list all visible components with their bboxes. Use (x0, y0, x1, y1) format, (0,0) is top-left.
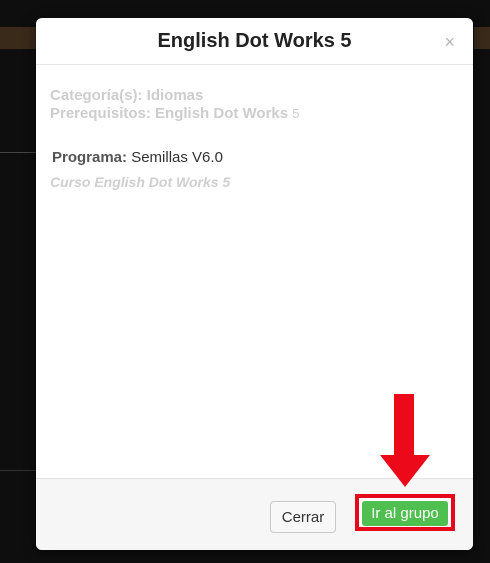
course-prerequisites: Prerequisitos: English Dot Works 5 (50, 105, 461, 123)
background-divider (0, 470, 36, 471)
go-to-group-button[interactable]: Ir al grupo (362, 501, 448, 526)
arrow-down-icon (394, 394, 414, 456)
course-category: Categoría(s): Idiomas (50, 87, 204, 104)
close-icon[interactable]: × (444, 33, 455, 51)
background-divider (0, 152, 36, 153)
prerequisites-text: Prerequisitos: English Dot Works (50, 105, 289, 122)
background-header-strip (0, 27, 36, 49)
close-button[interactable]: Cerrar (270, 501, 336, 533)
program-row: Programa: Semillas V6.0 (52, 149, 461, 166)
program-label: Programa: (52, 149, 128, 166)
modal-header: English Dot Works 5 × (36, 18, 473, 65)
highlight-box: Ir al grupo (355, 494, 455, 531)
prerequisites-count: 5 (292, 106, 300, 121)
arrow-head (380, 455, 430, 487)
modal-footer: Cerrar Ir al grupo (36, 478, 473, 550)
background-header-strip (474, 27, 490, 49)
program-value: Semillas V6.0 (131, 149, 223, 166)
modal-title: English Dot Works 5 (157, 30, 352, 52)
course-description: Curso English Dot Works 5 (50, 174, 231, 190)
